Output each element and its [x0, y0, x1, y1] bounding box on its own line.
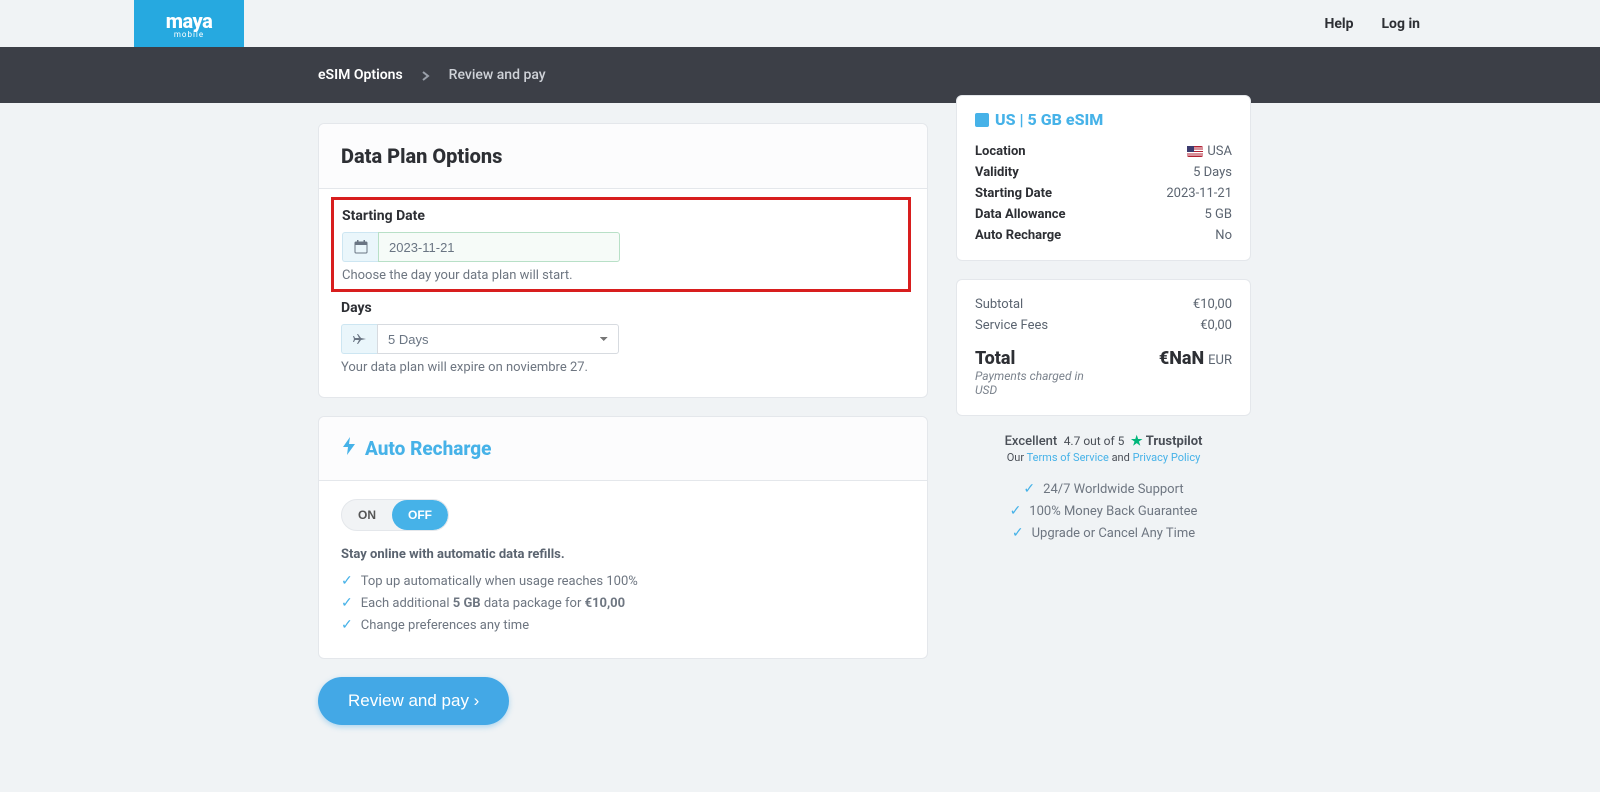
check-icon: ✓ — [341, 617, 353, 633]
validity-label: Validity — [975, 165, 1019, 180]
plane-icon — [341, 324, 377, 354]
check-icon: ✓ — [1012, 525, 1024, 541]
location-value: USA — [1187, 144, 1232, 159]
fees-value: €0,00 — [1200, 318, 1232, 333]
recharge-toggle: ON OFF — [341, 499, 449, 531]
starting-date-input[interactable] — [378, 232, 620, 262]
toggle-on-button[interactable]: ON — [342, 500, 392, 530]
login-link[interactable]: Log in — [1381, 16, 1420, 32]
benefit-list: ✓Top up automatically when usage reaches… — [341, 570, 905, 636]
payment-note: Payments charged in USD — [975, 369, 1105, 397]
check-icon: ✓ — [341, 595, 353, 611]
totals-card: Subtotal €10,00 Service Fees €0,00 Total P… — [956, 279, 1251, 416]
allowance-value: 5 GB — [1205, 207, 1233, 222]
logo-subtext: mobile — [174, 30, 204, 39]
perk-list: ✓24/7 Worldwide Support ✓100% Money Back… — [956, 478, 1251, 544]
benefit-item: ✓Change preferences any time — [341, 614, 905, 636]
auto-label: Auto Recharge — [975, 228, 1061, 243]
breadcrumb-step-2: Review and pay — [449, 67, 546, 83]
breadcrumb-step-1[interactable]: eSIM Options — [318, 67, 403, 83]
trust-block: Excellent 4.7 out of 5 ★ Trustpilot Our … — [956, 434, 1251, 544]
location-label: Location — [975, 144, 1026, 159]
perk-item: ✓100% Money Back Guarantee — [956, 500, 1251, 522]
sim-icon — [975, 113, 989, 127]
help-link[interactable]: Help — [1324, 16, 1353, 32]
check-icon: ✓ — [341, 573, 353, 589]
starting-date-label: Starting Date — [342, 208, 900, 224]
tos-link[interactable]: Terms of Service — [1027, 451, 1109, 464]
top-nav: Help Log in — [1324, 16, 1420, 32]
flag-icon — [1187, 146, 1203, 157]
review-and-pay-button[interactable]: Review and pay › — [318, 677, 509, 725]
card-header: Auto Recharge — [319, 417, 927, 481]
start-value: 2023-11-21 — [1166, 186, 1232, 201]
start-label: Starting Date — [975, 186, 1052, 201]
logo[interactable]: maya mobile — [134, 0, 244, 47]
benefit-item: ✓Top up automatically when usage reaches… — [341, 570, 905, 592]
days-select[interactable]: 5 Days — [377, 324, 619, 354]
card-title: Data Plan Options — [341, 144, 905, 168]
chevron-right-icon — [421, 66, 431, 85]
toggle-off-button[interactable]: OFF — [392, 500, 448, 530]
card-header: Data Plan Options — [319, 124, 927, 189]
subtotal-value: €10,00 — [1193, 297, 1232, 312]
top-bar: maya mobile Help Log in — [0, 0, 1600, 47]
total-label: Total — [975, 348, 1105, 369]
days-helper: Your data plan will expire on noviembre … — [341, 360, 905, 375]
perk-item: ✓Upgrade or Cancel Any Time — [956, 522, 1251, 544]
highlighted-region: Starting Date Choose the day your data p… — [331, 197, 911, 292]
subtotal-label: Subtotal — [975, 297, 1023, 312]
calendar-icon[interactable] — [342, 232, 378, 262]
auto-value: No — [1215, 228, 1232, 243]
bolt-icon — [341, 437, 357, 460]
total-value: €NaN — [1159, 348, 1204, 369]
perk-item: ✓24/7 Worldwide Support — [956, 478, 1251, 500]
summary-title: US | 5 GB eSIM — [975, 110, 1232, 129]
auto-recharge-card: Auto Recharge ON OFF Stay online with au… — [318, 416, 928, 659]
fees-label: Service Fees — [975, 318, 1048, 333]
validity-value: 5 Days — [1193, 165, 1232, 180]
card-title: Auto Recharge — [365, 437, 491, 460]
star-icon: ★ — [1131, 434, 1143, 449]
privacy-link[interactable]: Privacy Policy — [1133, 451, 1201, 464]
check-icon: ✓ — [1010, 503, 1022, 519]
starting-date-helper: Choose the day your data plan will start… — [342, 268, 900, 283]
total-currency: EUR — [1208, 353, 1232, 368]
summary-card: US | 5 GB eSIM Location USA Validity 5 Day… — [956, 95, 1251, 261]
breadcrumb: eSIM Options Review and pay — [0, 47, 1600, 103]
allowance-label: Data Allowance — [975, 207, 1066, 222]
benefit-item: ✓ Each additional 5 GB data package for … — [341, 592, 905, 614]
days-label: Days — [341, 300, 905, 316]
data-plan-card: Data Plan Options Starting Date Choose t… — [318, 123, 928, 398]
check-icon: ✓ — [1023, 481, 1035, 497]
recharge-headline: Stay online with automatic data refills. — [341, 547, 905, 562]
